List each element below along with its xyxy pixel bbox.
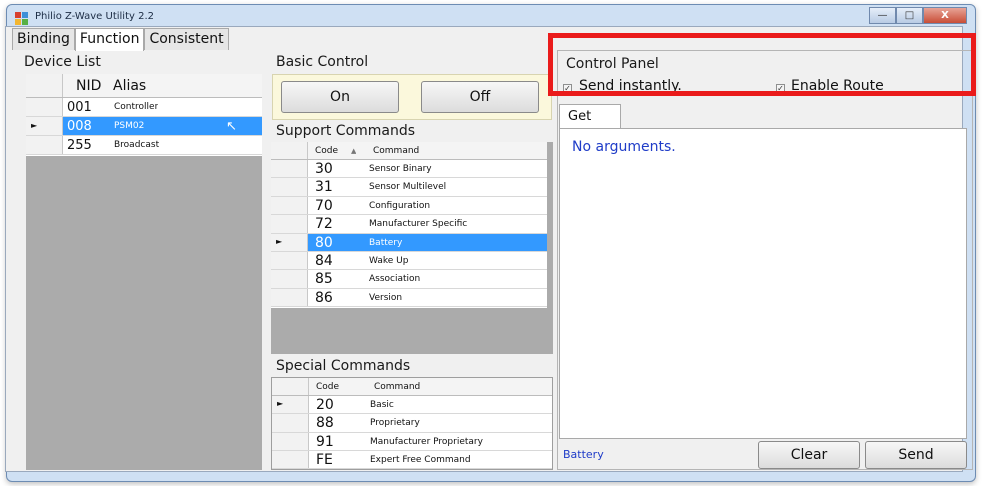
window-title: Philio Z-Wave Utility 2.2 — [35, 11, 154, 22]
command-name: Manufacturer Proprietary — [370, 436, 483, 447]
col-code-header[interactable]: Code — [316, 378, 339, 395]
tab-get[interactable]: Get — [559, 104, 621, 129]
support-commands-title: Support Commands — [276, 123, 416, 139]
command-code: 91 — [316, 433, 334, 450]
col-command-header[interactable]: Command — [373, 142, 419, 159]
row-pointer-icon: ► — [276, 236, 283, 246]
col-command-header[interactable]: Command — [374, 378, 420, 395]
close-button[interactable]: X — [923, 7, 967, 24]
command-name: Proprietary — [370, 418, 420, 429]
special-commands-title: Special Commands — [276, 358, 411, 374]
device-row-selected[interactable]: ► 008 PSM02 ↖ — [26, 117, 262, 136]
command-code: 72 — [315, 216, 333, 233]
arguments-area: No arguments. — [559, 128, 967, 439]
send-button[interactable]: Send — [865, 441, 967, 469]
command-code: 80 — [315, 234, 333, 251]
arguments-text: No arguments. — [572, 139, 676, 155]
command-code: 30 — [315, 161, 333, 177]
off-button[interactable]: Off — [421, 81, 539, 113]
command-code: 84 — [315, 253, 333, 269]
command-row[interactable]: 70 Configuration — [271, 196, 547, 216]
command-row[interactable]: 31 Sensor Multilevel — [271, 178, 547, 197]
mouse-cursor-icon: ↖ — [226, 119, 237, 134]
support-commands-grid[interactable]: Code ▲ Command 30 Sensor Binary 31 Sensor M… — [271, 142, 553, 354]
command-row[interactable]: 86 Version — [271, 288, 547, 308]
command-row[interactable]: 72 Manufacturer Specific — [271, 215, 547, 234]
col-nid-header[interactable]: NID — [76, 74, 101, 97]
command-name: Version — [369, 292, 403, 303]
command-code: 20 — [316, 397, 334, 413]
command-name: Configuration — [369, 200, 431, 211]
sort-ascending-icon: ▲ — [351, 147, 357, 155]
col-code-header[interactable]: Code — [315, 142, 338, 159]
main-tabs: Binding Function Consistent — [12, 28, 229, 51]
basic-control-panel: On Off — [272, 74, 552, 120]
device-nid: 001 — [67, 100, 92, 115]
tab-consistent[interactable]: Consistent — [144, 28, 229, 50]
device-list-title: Device List — [24, 54, 101, 70]
special-commands-grid[interactable]: Code Command ► 20 Basic 88 Proprietary 91 Manu… — [271, 377, 553, 470]
command-row[interactable]: ► 20 Basic — [272, 396, 552, 415]
command-code: 70 — [315, 197, 333, 214]
device-row[interactable]: 001 Controller — [26, 98, 262, 117]
highlight-box — [548, 33, 976, 96]
tab-function[interactable]: Function — [74, 28, 145, 51]
device-nid: 008 — [67, 119, 92, 134]
command-name: Battery — [369, 237, 403, 248]
device-row[interactable]: 255 Broadcast — [26, 136, 262, 155]
tab-binding[interactable]: Binding — [12, 28, 75, 50]
command-row[interactable]: 85 Association — [271, 270, 547, 289]
device-alias: Broadcast — [114, 140, 160, 150]
row-pointer-icon: ► — [277, 399, 284, 408]
status-text: Battery — [563, 448, 604, 461]
command-name: Association — [369, 274, 421, 285]
command-code: FE — [316, 451, 333, 468]
command-row[interactable]: 84 Wake Up — [271, 252, 547, 271]
command-row[interactable]: 91 Manufacturer Proprietary — [272, 432, 552, 451]
col-alias-header[interactable]: Alias — [113, 74, 146, 97]
clear-button[interactable]: Clear — [758, 441, 860, 469]
command-code: 88 — [316, 415, 334, 432]
device-alias: Controller — [114, 102, 159, 112]
command-code: 31 — [315, 179, 333, 196]
command-row[interactable]: 30 Sensor Binary — [271, 160, 547, 179]
command-name: Wake Up — [369, 256, 409, 266]
command-code: 85 — [315, 271, 333, 288]
row-pointer-icon: ► — [31, 121, 38, 130]
command-name: Basic — [370, 400, 394, 410]
device-alias: PSM02 — [114, 121, 145, 131]
command-row[interactable]: 88 Proprietary — [272, 414, 552, 433]
command-name: Sensor Binary — [369, 164, 432, 174]
on-button[interactable]: On — [281, 81, 399, 113]
command-name: Manufacturer Specific — [369, 219, 468, 230]
command-row[interactable]: FE Expert Free Command — [272, 450, 552, 470]
device-list-grid[interactable]: NID Alias 001 Controller ► 008 PSM02 ↖ 2… — [26, 74, 262, 470]
basic-control-title: Basic Control — [276, 54, 369, 70]
command-name: Sensor Multilevel — [369, 182, 447, 193]
app-icon — [15, 12, 29, 25]
maximize-button[interactable]: □ — [896, 7, 923, 24]
command-code: 86 — [315, 289, 333, 306]
command-row-selected[interactable]: ► 80 Battery — [271, 233, 547, 252]
minimize-button[interactable]: — — [869, 7, 896, 24]
command-name: Expert Free Command — [370, 454, 471, 465]
device-nid: 255 — [67, 138, 92, 153]
